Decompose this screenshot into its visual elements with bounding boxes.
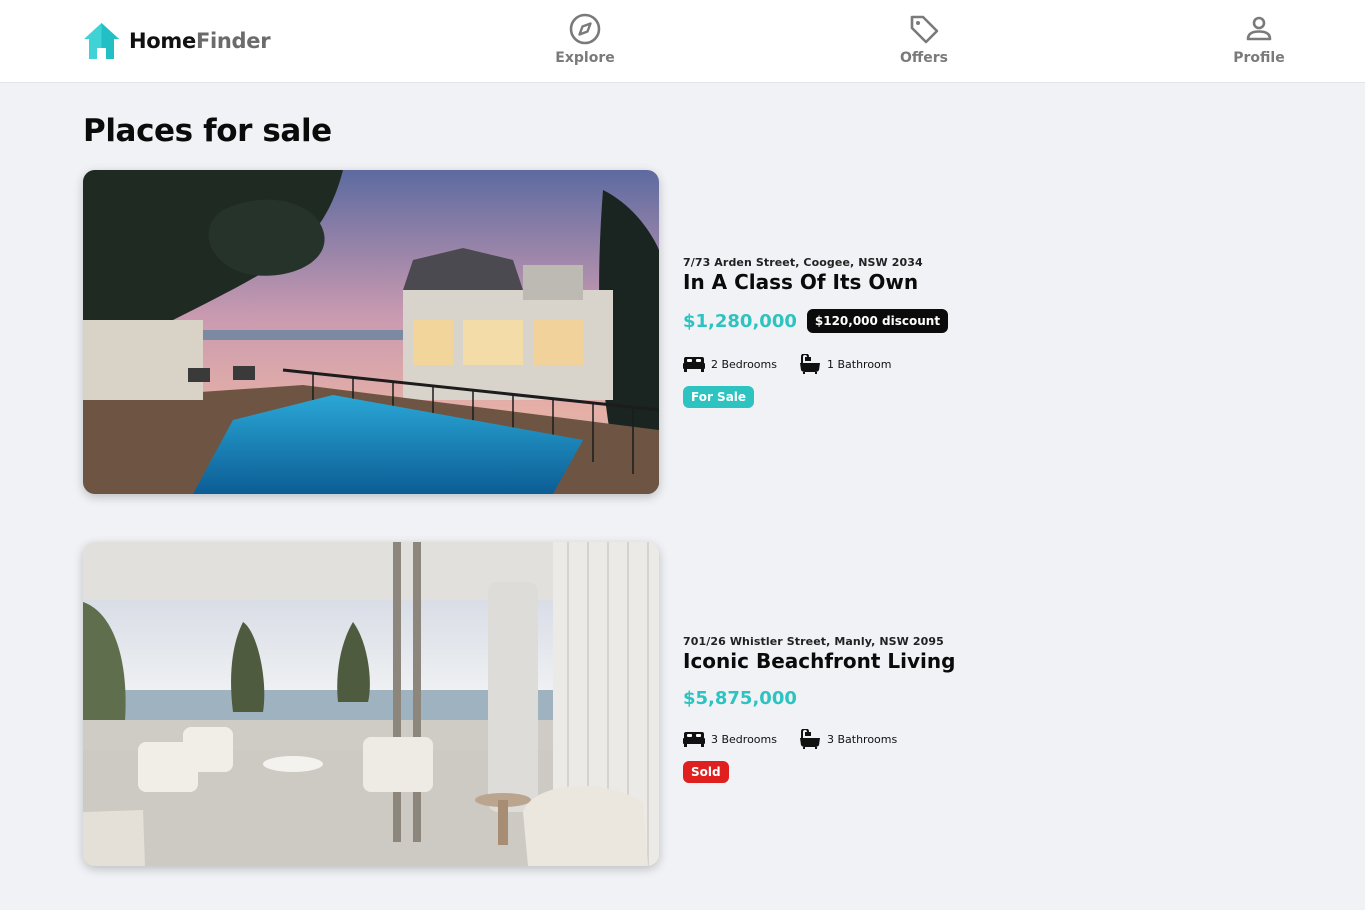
- bedrooms-feature: 2 Bedrooms: [683, 356, 777, 372]
- bedrooms-label: 3 Bedrooms: [711, 732, 777, 746]
- listing-price: $1,280,000: [683, 310, 797, 332]
- nav-profile[interactable]: Profile: [1204, 12, 1314, 72]
- bathrooms-feature: 1 Bathroom: [799, 354, 892, 374]
- listing-title[interactable]: In A Class Of Its Own: [683, 270, 1243, 294]
- bed-icon: [683, 732, 705, 747]
- bathrooms-label: 1 Bathroom: [826, 357, 892, 371]
- compass-icon: [569, 13, 601, 45]
- listing-card: 7/73 Arden Street, Coogee, NSW 2034 In A…: [83, 170, 1283, 494]
- price-row: $1,280,000 $120,000 discount: [683, 308, 1243, 334]
- listing-card: 701/26 Whistler Street, Manly, NSW 2095 …: [83, 542, 1283, 866]
- status-badge: Sold: [683, 761, 729, 783]
- discount-badge: $120,000 discount: [806, 309, 949, 333]
- listing-features: 2 Bedrooms 1 Bathroom: [683, 353, 1243, 375]
- listing-photo[interactable]: [83, 542, 659, 866]
- house-icon: [84, 23, 119, 59]
- nav-offers[interactable]: Offers: [869, 12, 979, 72]
- listing-info: 701/26 Whistler Street, Manly, NSW 2095 …: [683, 635, 1243, 783]
- nav-explore[interactable]: Explore: [530, 12, 640, 72]
- user-icon: [1246, 16, 1272, 41]
- tag-icon: [910, 15, 939, 44]
- brand-name: HomeFinder: [129, 29, 271, 53]
- bed-icon: [683, 357, 705, 372]
- listing-address: 701/26 Whistler Street, Manly, NSW 2095: [683, 635, 944, 648]
- nav-profile-label: Profile: [1233, 50, 1285, 66]
- listing-address: 7/73 Arden Street, Coogee, NSW 2034: [683, 256, 923, 269]
- brand-name-home: Home: [129, 29, 196, 53]
- page-title: Places for sale: [83, 113, 332, 149]
- status-badge: For Sale: [683, 386, 755, 408]
- brand-name-finder: Finder: [195, 29, 271, 53]
- listing-photo-image: [83, 542, 659, 866]
- bedrooms-feature: 3 Bedrooms: [683, 731, 777, 747]
- bathtub-icon: [799, 729, 820, 749]
- nav-offers-label: Offers: [900, 50, 948, 66]
- bathrooms-label: 3 Bathrooms: [826, 732, 898, 746]
- listing-info: 7/73 Arden Street, Coogee, NSW 2034 In A…: [683, 256, 1243, 408]
- listing-price: $5,875,000: [683, 687, 797, 709]
- listing-features: 3 Bedrooms 3 Bathrooms: [683, 728, 1243, 750]
- listing-title[interactable]: Iconic Beachfront Living: [683, 649, 1243, 673]
- top-navbar: HomeFinder Explore Offers Profile: [0, 0, 1365, 83]
- price-row: $5,875,000: [683, 685, 1243, 711]
- listing-photo[interactable]: [83, 170, 659, 494]
- bathtub-icon: [799, 354, 820, 374]
- bathrooms-feature: 3 Bathrooms: [799, 729, 897, 749]
- nav-explore-label: Explore: [555, 50, 615, 66]
- bedrooms-label: 2 Bedrooms: [711, 357, 777, 371]
- brand-logo-link[interactable]: HomeFinder: [83, 21, 271, 61]
- listing-photo-image: [83, 170, 659, 494]
